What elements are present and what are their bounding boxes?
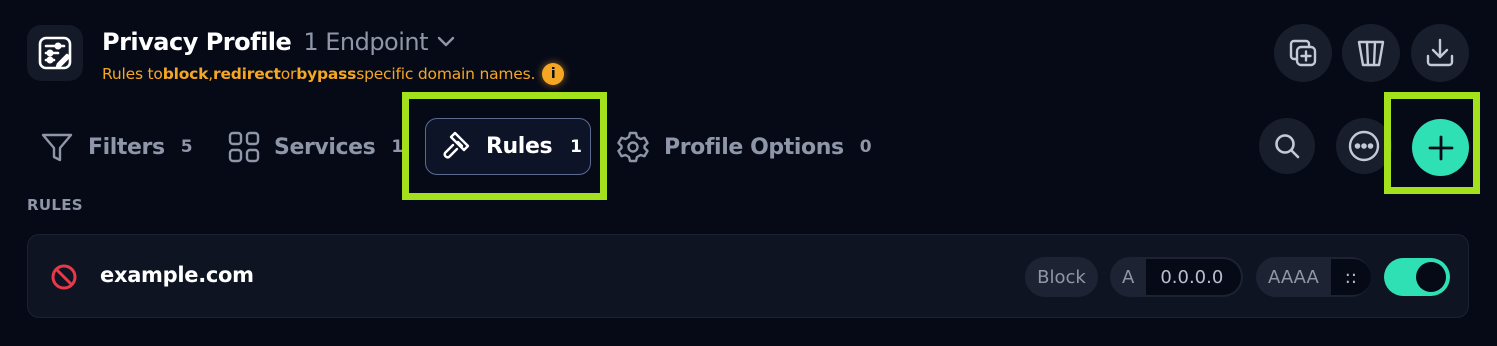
tab-label: Services (274, 134, 376, 160)
funnel-icon (41, 133, 73, 162)
delete-button[interactable] (1342, 24, 1400, 82)
add-rule-button[interactable] (1412, 119, 1469, 176)
download-button[interactable] (1411, 24, 1469, 82)
subtitle-text: Rules to (102, 65, 163, 83)
tab-count: 0 (859, 137, 872, 157)
tab-label: Filters (88, 134, 165, 160)
info-icon[interactable]: i (542, 63, 565, 85)
toggle-knob (1416, 262, 1446, 292)
tab-filters[interactable]: Filters 5 (40, 118, 193, 176)
duplicate-icon (1289, 39, 1317, 67)
aaaa-record-label: AAAA (1268, 266, 1319, 288)
tab-services[interactable]: Services 1 (227, 118, 403, 176)
more-icon (1348, 130, 1380, 162)
tab-rules[interactable]: Rules 1 (425, 118, 591, 175)
profile-title-row[interactable]: Privacy Profile 1 Endpoint (102, 26, 456, 58)
tab-count: 1 (570, 136, 583, 157)
tab-label: Rules (486, 134, 553, 159)
aaaa-record-value: :: (1330, 259, 1371, 295)
subtitle-redirect: redirect (213, 65, 281, 83)
grid-icon (228, 131, 260, 163)
rule-domain: example.com (100, 263, 254, 287)
section-label: RULES (27, 196, 83, 214)
search-button[interactable] (1259, 118, 1315, 174)
tab-count: 5 (180, 137, 193, 157)
rule-aaaa-record: AAAA :: (1256, 257, 1371, 297)
chevron-down-icon[interactable] (436, 35, 456, 49)
tab-label: Profile Options (664, 134, 844, 160)
page-title: Privacy Profile (102, 28, 292, 56)
gavel-icon (443, 131, 470, 158)
rule-enabled-toggle[interactable] (1384, 258, 1450, 296)
rule-a-record: A 0.0.0.0 (1110, 257, 1243, 297)
endpoint-count[interactable]: 1 Endpoint (303, 28, 428, 56)
tab-profile-options[interactable]: Profile Options 0 (616, 118, 872, 176)
add-icon (1428, 135, 1453, 160)
a-record-value: 0.0.0.0 (1146, 259, 1241, 295)
a-record-label: A (1122, 266, 1135, 288)
gear-icon (617, 131, 649, 163)
profile-icon (27, 25, 83, 81)
rule-action-badge: Block (1025, 257, 1098, 297)
duplicate-button[interactable] (1274, 24, 1332, 82)
trash-icon (1357, 40, 1385, 67)
subtitle-text: specific domain names. (356, 65, 536, 83)
subtitle-text: or (280, 65, 297, 83)
subtitle-bypass: bypass (296, 65, 357, 83)
block-icon (50, 263, 78, 295)
subtitle-block: block (162, 65, 209, 83)
search-icon (1275, 134, 1300, 159)
page-subtitle: Rules to block, redirect or bypass speci… (102, 62, 565, 86)
download-icon (1426, 38, 1454, 67)
